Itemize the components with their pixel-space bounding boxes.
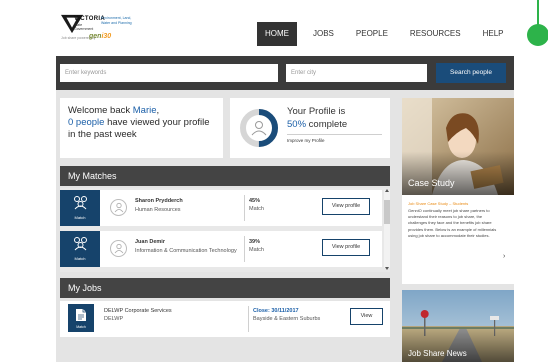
site-logo[interactable]: VICTORIA State Government Environment, L…	[61, 14, 151, 48]
my-jobs-heading: My Jobs	[60, 278, 390, 298]
app-window: VICTORIA State Government Environment, L…	[56, 8, 514, 362]
nav-home[interactable]: HOME	[257, 22, 297, 46]
logo-gov: State Government	[74, 23, 94, 31]
logo-dept: Environment, Land, Water and Planning	[101, 16, 132, 25]
person-role: Human Resources	[135, 207, 181, 213]
welcome-card: Welcome back Marie, 0 people have viewed…	[60, 98, 223, 158]
divider	[244, 195, 245, 221]
city-input[interactable]: Enter city	[286, 64, 427, 82]
user-name: Marie	[132, 105, 157, 116]
keywords-input[interactable]: Enter keywords	[60, 64, 278, 82]
news-title: Job Share News	[408, 349, 467, 358]
divider	[287, 134, 382, 135]
job-badge-label: Match	[76, 325, 86, 329]
match-badge: Match	[60, 190, 100, 226]
match-percent: 39%	[249, 239, 261, 245]
logo-brand-b: i30	[101, 33, 112, 40]
logo-brand-a: gen	[89, 33, 102, 40]
view-profile-button[interactable]: View profile	[322, 198, 370, 215]
person-name[interactable]: Juan Demir	[135, 239, 165, 245]
person-name[interactable]: Sharon Prydderch	[135, 198, 183, 204]
user-icon	[114, 202, 124, 213]
badge-label: Match	[74, 215, 86, 220]
view-profile-button[interactable]: View profile	[322, 239, 370, 256]
view-job-button[interactable]: View	[350, 308, 383, 325]
nav-jobs[interactable]: JOBS	[305, 22, 342, 46]
scroll-down-arrow-icon[interactable]	[385, 267, 389, 270]
person-role: Information & Communication Technology	[135, 248, 237, 254]
document-icon	[76, 309, 86, 321]
page: VICTORIA State Government Environment, L…	[0, 0, 548, 362]
profile-views-count[interactable]: 0 people	[68, 117, 104, 128]
avatar	[110, 199, 127, 216]
profile-donut-chart	[240, 109, 278, 147]
greeting-text: Welcome back	[68, 105, 133, 116]
people-icon	[74, 237, 87, 251]
job-row: Match DELWP Corporate Services DELWP Clo…	[60, 301, 390, 337]
match-percent-label: Match	[249, 247, 264, 253]
case-study-card[interactable]: Case Study Job Share Case Study – Studen…	[402, 98, 514, 284]
greeting-comma: ,	[156, 105, 160, 116]
case-study-text: GenniO continually meet job share partne…	[408, 208, 497, 238]
profile-status-text: complete	[306, 119, 348, 130]
job-department: DELWP	[104, 316, 124, 322]
logo-brand: geni30	[89, 33, 111, 40]
badge-label: Match	[74, 256, 86, 261]
match-row: Match Juan Demir Information & Communica…	[60, 231, 382, 267]
profile-completion-card: Your Profile is 50% complete Improve my …	[230, 98, 390, 158]
main-nav: HOME JOBS PEOPLE RESOURCES HELP	[257, 22, 514, 46]
welcome-period: in the past week	[68, 129, 137, 140]
divider	[248, 306, 249, 332]
case-study-title: Case Study	[408, 178, 455, 188]
job-company[interactable]: DELWP Corporate Services	[104, 308, 172, 314]
profile-percent: 50%	[287, 119, 307, 130]
user-icon	[114, 243, 124, 254]
nav-people[interactable]: PEOPLE	[348, 22, 396, 46]
people-icon	[74, 196, 87, 210]
nav-resources[interactable]: RESOURCES	[402, 22, 469, 46]
welcome-greeting: Welcome back Marie,	[68, 105, 223, 117]
profile-status: 50% complete	[287, 118, 347, 131]
match-badge: Match	[60, 231, 100, 267]
avatar	[110, 240, 127, 257]
my-matches-heading: My Matches	[60, 166, 390, 186]
job-location: Bayside & Eastern Suburbs	[253, 316, 321, 322]
scrollbar-thumb[interactable]	[384, 200, 390, 224]
search-people-button[interactable]: Search people	[436, 63, 506, 83]
scroll-up-arrow-icon[interactable]	[385, 189, 389, 192]
match-row: Match Sharon Prydderch Human Resources 4…	[60, 190, 382, 226]
match-percent: 45%	[249, 198, 261, 204]
match-percent-label: Match	[249, 206, 264, 212]
views-text: have viewed your profile	[104, 117, 210, 128]
improve-profile-link[interactable]: Improve my Profile	[287, 138, 325, 143]
matches-list: Match Sharon Prydderch Human Resources 4…	[60, 188, 390, 272]
case-study-subtitle[interactable]: Job Share Case Study – Students	[408, 201, 468, 206]
search-bar: Enter keywords Enter city Search people	[56, 56, 514, 90]
job-close-date: Close: 30/11/2017	[253, 308, 299, 314]
chevron-right-icon[interactable]: ›	[503, 253, 505, 260]
news-card[interactable]: Job Share News	[402, 290, 514, 362]
decor-dot	[527, 24, 548, 46]
welcome-views: 0 people have viewed your profile	[68, 117, 223, 129]
nav-help[interactable]: HELP	[475, 22, 512, 46]
profile-title: Your Profile is	[287, 106, 346, 117]
header: VICTORIA State Government Environment, L…	[56, 8, 514, 56]
job-badge: Match	[68, 304, 94, 332]
divider	[244, 236, 245, 262]
